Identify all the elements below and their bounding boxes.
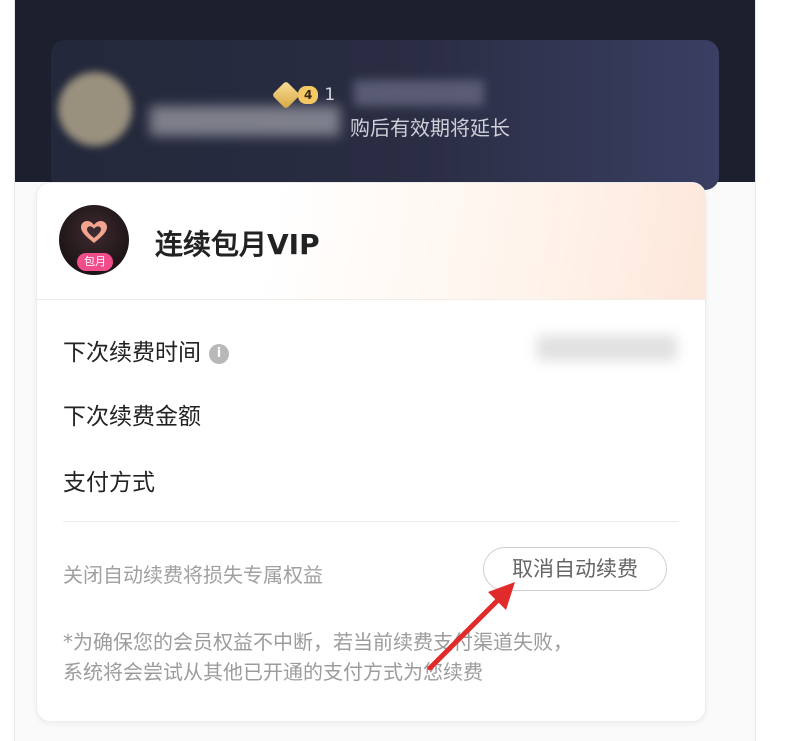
monthly-badge: 包月	[77, 253, 113, 271]
vip-title: 连续包月VIP	[155, 228, 320, 261]
cancel-auto-renew-button[interactable]: 取消自动续费	[483, 547, 667, 591]
level-text: 1	[324, 85, 336, 105]
next-renewal-time-row: 下次续费时间 i	[63, 333, 229, 367]
vip-card-header: 包月 连续包月VIP	[37, 183, 705, 300]
member-id-redacted	[354, 80, 484, 106]
user-avatar	[58, 72, 132, 146]
renewal-date-redacted	[537, 335, 677, 361]
renewal-note: *为确保您的会员权益不中断，若当前续费支付渠道失败， 系统将会尝试从其他已开通的…	[63, 627, 683, 687]
heart-icon	[81, 221, 107, 243]
vip-subscription-card: 包月 连续包月VIP 下次续费时间 i 下次续费金额 支付方式 关闭自动续费将损失…	[36, 182, 706, 722]
member-subtitle: 购后有效期将延长	[350, 116, 510, 140]
username-redacted	[150, 106, 340, 136]
renewal-note-line-2: 系统将会尝试从其他已开通的支付方式为您续费	[63, 660, 483, 684]
vip-logo: 包月	[59, 205, 129, 275]
level-number: 4	[298, 86, 319, 104]
gem-icon	[271, 80, 301, 110]
info-icon[interactable]: i	[209, 343, 229, 364]
payment-method-label: 支付方式	[63, 470, 155, 496]
cancel-warning-text: 关闭自动续费将损失专属权益	[63, 563, 323, 587]
renewal-note-line-1: *为确保您的会员权益不中断，若当前续费支付渠道失败，	[63, 630, 573, 654]
next-renewal-amount-label: 下次续费金额	[63, 404, 201, 430]
next-renewal-time-label: 下次续费时间	[63, 340, 201, 366]
level-badge: 4 1	[271, 80, 336, 110]
divider	[63, 521, 679, 522]
